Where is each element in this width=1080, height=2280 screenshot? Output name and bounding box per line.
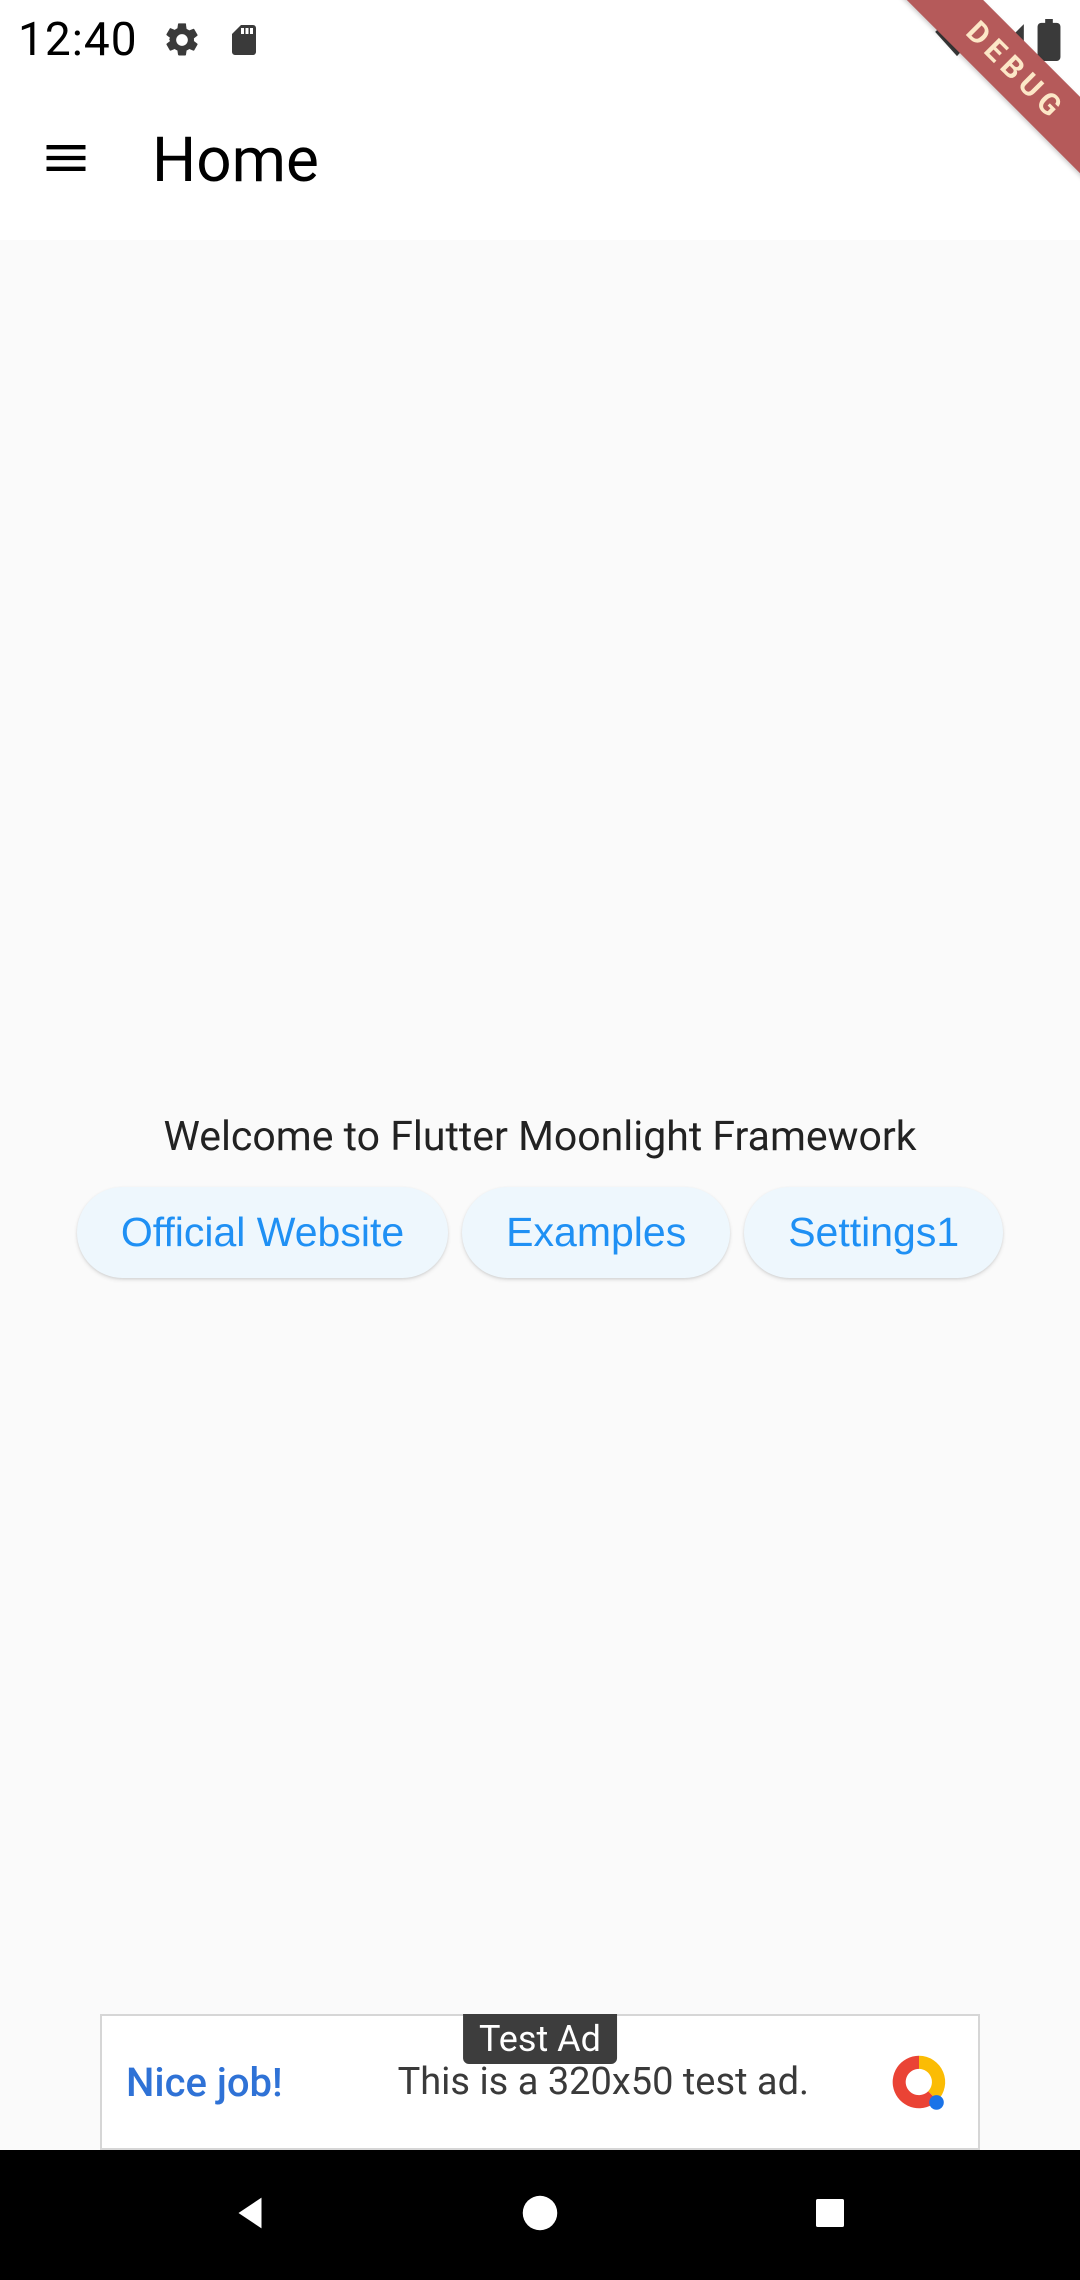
system-nav-bar [0, 2150, 1080, 2280]
recent-square-icon [809, 2192, 851, 2238]
ad-description: This is a 320x50 test ad. [323, 2060, 884, 2104]
examples-button[interactable]: Examples [462, 1187, 730, 1278]
ad-badge: Test Ad [463, 2014, 617, 2064]
back-triangle-icon [227, 2190, 273, 2240]
status-left: 12:40 [18, 13, 262, 67]
app-body: Welcome to Flutter Moonlight Framework O… [0, 240, 1080, 2150]
battery-icon [1036, 19, 1062, 61]
gear-icon [162, 20, 202, 60]
hamburger-icon [40, 132, 92, 188]
settings1-button[interactable]: Settings1 [744, 1187, 1003, 1278]
nav-home-button[interactable] [500, 2175, 580, 2255]
nav-recent-button[interactable] [790, 2175, 870, 2255]
welcome-text: Welcome to Flutter Moonlight Framework [163, 1113, 916, 1161]
official-website-button[interactable]: Official Website [77, 1187, 448, 1278]
ad-left-text: Nice job! [126, 2059, 283, 2106]
nav-back-button[interactable] [210, 2175, 290, 2255]
sd-card-icon [226, 20, 262, 60]
page-title: Home [152, 124, 319, 197]
status-time: 12:40 [18, 13, 138, 67]
app-bar: Home [0, 80, 1080, 240]
button-row: Official Website Examples Settings1 [77, 1187, 1003, 1278]
menu-button[interactable] [30, 124, 102, 196]
ad-banner[interactable]: Test Ad Nice job! This is a 320x50 test … [100, 2014, 980, 2150]
home-circle-icon [517, 2190, 563, 2240]
admob-logo-icon [884, 2047, 954, 2117]
